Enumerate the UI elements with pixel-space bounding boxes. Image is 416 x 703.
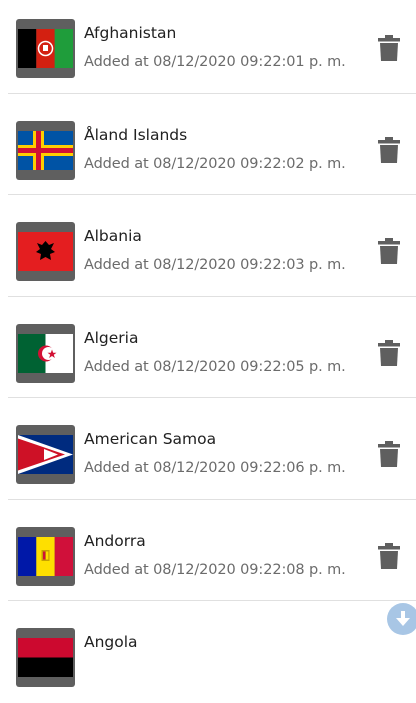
american-samoa-flag — [16, 425, 75, 484]
added-timestamp: Added at 08/12/2020 09:22:01 p. m. — [84, 54, 346, 70]
afghanistan-flag — [16, 19, 75, 78]
arrow-down-icon — [396, 611, 410, 626]
country-name: Angola — [84, 633, 138, 651]
added-timestamp: Added at 08/12/2020 09:22:03 p. m. — [84, 257, 346, 273]
scroll-down-button[interactable] — [387, 603, 416, 635]
country-name: Algeria — [84, 328, 139, 347]
country-name: Andorra — [84, 531, 146, 550]
added-timestamp: Added at 08/12/2020 09:22:06 p. m. — [84, 460, 346, 476]
trash-icon[interactable] — [378, 238, 400, 264]
list-item[interactable]: Angola — [0, 601, 416, 703]
albania-flag — [16, 222, 75, 281]
list-item[interactable]: Albania Added at 08/12/2020 09:22:03 p. … — [0, 195, 416, 297]
added-timestamp: Added at 08/12/2020 09:22:05 p. m. — [84, 358, 346, 375]
andorra-flag — [16, 526, 75, 586]
list-item[interactable]: Åland Islands Added at 08/12/2020 09:22:… — [0, 94, 416, 195]
list-item[interactable]: American Samoa Added at 08/12/2020 09:22… — [0, 398, 416, 500]
list-item[interactable]: Algeria Added at 08/12/2020 09:22:05 p. … — [0, 297, 416, 398]
added-timestamp: Added at 08/12/2020 09:22:02 p. m. — [84, 155, 346, 172]
country-name: American Samoa — [84, 430, 217, 448]
list-item[interactable]: Andorra Added at 08/12/2020 09:22:08 p. … — [0, 500, 416, 601]
trash-icon[interactable] — [378, 441, 400, 467]
country-list: Afghanistan Added at 08/12/2020 09:22:01… — [0, 0, 416, 703]
angola-flag — [16, 628, 75, 687]
trash-icon[interactable] — [378, 339, 400, 366]
trash-icon[interactable] — [378, 136, 400, 163]
algeria-flag — [16, 323, 75, 383]
trash-icon[interactable] — [378, 542, 400, 569]
list-item[interactable]: Afghanistan Added at 08/12/2020 09:22:01… — [0, 0, 416, 94]
added-timestamp: Added at 08/12/2020 09:22:08 p. m. — [84, 561, 346, 578]
country-name: Åland Islands — [84, 125, 188, 144]
country-name: Albania — [84, 227, 142, 245]
trash-icon[interactable] — [378, 35, 400, 61]
aland-islands-flag — [16, 120, 75, 180]
country-name: Afghanistan — [84, 24, 177, 42]
